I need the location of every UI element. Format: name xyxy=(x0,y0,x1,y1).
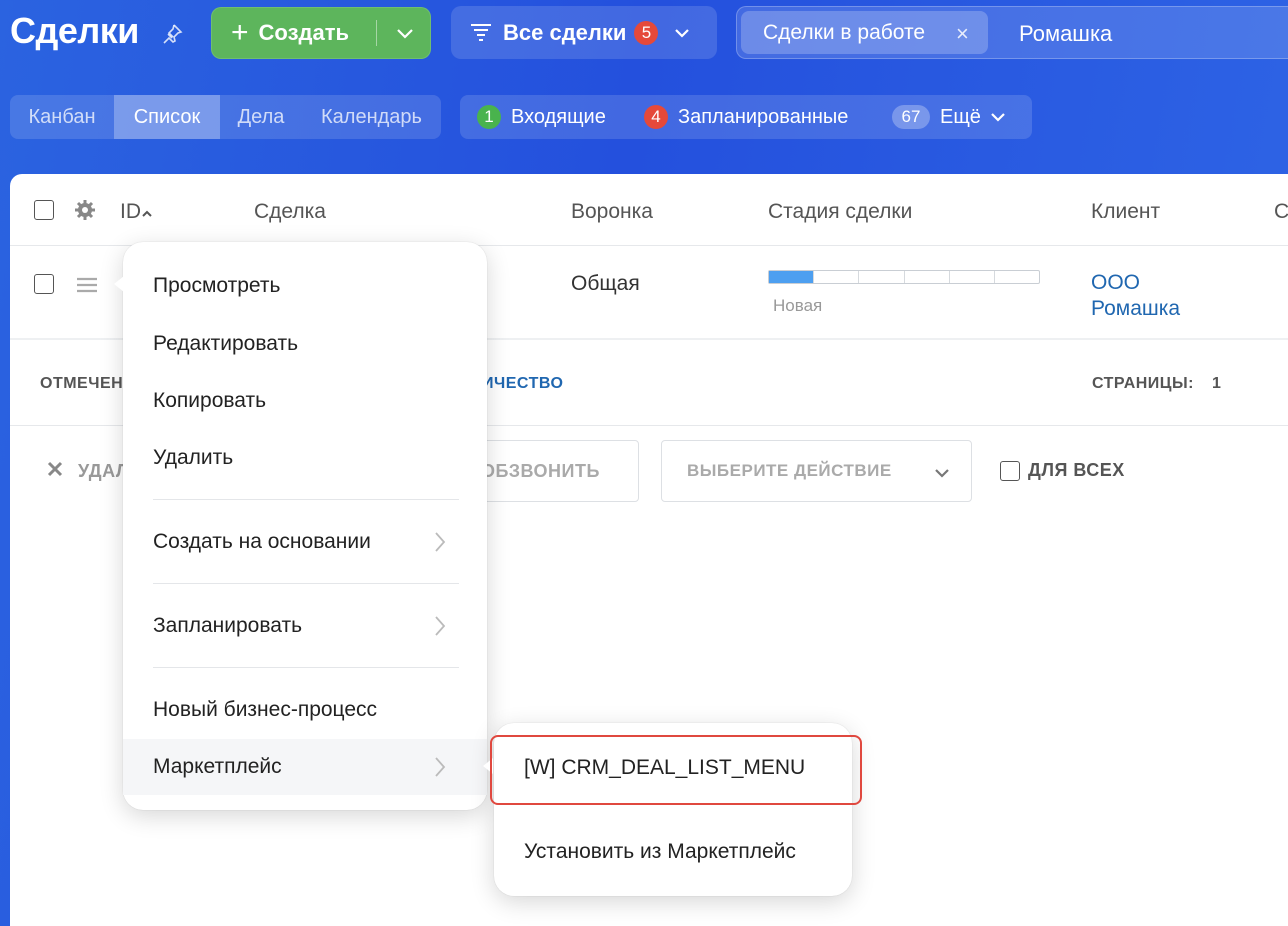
action-select[interactable]: ВЫБЕРИТЕ ДЕЙСТВИЕ xyxy=(661,440,972,502)
menu-divider xyxy=(153,667,459,668)
menu-item-delete[interactable]: Удалить xyxy=(123,430,487,486)
close-icon[interactable]: × xyxy=(956,21,969,47)
row-checkbox[interactable] xyxy=(34,274,54,294)
menu-item-create-based-on[interactable]: Создать на основании xyxy=(123,514,487,570)
counter-planned[interactable]: 4 Запланированные xyxy=(644,105,848,129)
pages-value: 1 xyxy=(1212,375,1222,392)
chevron-right-icon xyxy=(433,755,447,784)
create-button-label: Создать xyxy=(258,20,350,45)
menu-divider xyxy=(153,583,459,584)
chevron-right-icon xyxy=(433,530,447,559)
menu-item-label: Создать на основании xyxy=(153,530,371,553)
column-header-deal[interactable]: Сделка xyxy=(254,200,326,224)
menu-pointer xyxy=(114,276,124,292)
for-all-option[interactable]: ДЛЯ ВСЕХ xyxy=(1000,460,1125,481)
chevron-down-icon[interactable] xyxy=(394,22,416,49)
menu-item-edit[interactable]: Редактировать xyxy=(123,316,487,372)
view-switcher: Канбан Список Дела Календарь xyxy=(10,95,441,139)
menu-item-view[interactable]: Просмотреть xyxy=(123,258,487,314)
menu-item-label: Копировать xyxy=(153,389,267,412)
filter-chip[interactable]: Сделки в работе × xyxy=(741,11,988,54)
menu-item-business-process[interactable]: Новый бизнес-процесс xyxy=(123,682,487,738)
tab-kanban[interactable]: Канбан xyxy=(10,95,114,139)
filter-preset-button[interactable]: Все сделки 5 xyxy=(451,6,717,59)
tab-list[interactable]: Список xyxy=(114,95,220,139)
funnel-filter-icon xyxy=(469,21,493,45)
column-header-next[interactable]: С xyxy=(1274,200,1288,224)
search-input[interactable]: Ромашка xyxy=(1019,21,1112,47)
submenu-item-install[interactable]: Установить из Маркетплейс xyxy=(494,823,852,881)
chevron-down-icon xyxy=(932,463,952,488)
filter-count-badge: 5 xyxy=(634,20,659,45)
action-select-label: ВЫБЕРИТЕ ДЕЙСТВИЕ xyxy=(687,461,892,480)
menu-item-label: Редактировать xyxy=(153,332,299,355)
call-button-label: ОБЗВОНИТЬ xyxy=(481,461,600,481)
gear-icon[interactable] xyxy=(74,199,96,226)
menu-item-label: Запланировать xyxy=(153,614,303,637)
selected-count-label: ОТМЕЧЕН xyxy=(40,375,124,392)
pin-icon[interactable] xyxy=(160,22,184,46)
filter-preset-label: Все сделки xyxy=(503,19,627,45)
row-stage-label: Новая xyxy=(773,296,823,315)
column-id-label: ID xyxy=(120,200,141,223)
column-header-id[interactable]: ID xyxy=(120,200,153,224)
counter-planned-label: Запланированные xyxy=(678,105,849,128)
chevron-down-icon xyxy=(672,23,692,43)
tab-tasks[interactable]: Дела xyxy=(220,95,302,139)
column-header-stage[interactable]: Стадия сделки xyxy=(768,200,912,224)
counters-bar: 1 Входящие 4 Запланированные 67 Ещё xyxy=(460,95,1032,139)
menu-item-copy[interactable]: Копировать xyxy=(123,373,487,429)
for-all-label: ДЛЯ ВСЕХ xyxy=(1028,460,1125,480)
counter-incoming-label: Входящие xyxy=(511,105,606,128)
menu-item-label: Просмотреть xyxy=(153,274,281,297)
menu-item-label: Удалить xyxy=(153,446,234,469)
column-header-client[interactable]: Клиент xyxy=(1091,200,1160,224)
menu-item-marketplace[interactable]: Маркетплейс xyxy=(123,739,487,795)
menu-item-label: Маркетплейс xyxy=(153,755,282,778)
stage-progress-bar[interactable] xyxy=(768,270,1040,284)
tab-calendar[interactable]: Календарь xyxy=(302,95,441,139)
sort-asc-icon xyxy=(141,200,153,223)
row-menu-icon[interactable] xyxy=(76,276,98,299)
show-quantity-link[interactable]: ИЧЕСТВО xyxy=(482,375,563,393)
close-icon xyxy=(46,460,64,483)
filter-chip-label: Сделки в работе xyxy=(763,20,926,44)
row-client-link[interactable]: ООО Ромашка xyxy=(1091,270,1211,322)
menu-divider xyxy=(153,499,459,500)
incoming-count-badge: 1 xyxy=(477,105,501,129)
delete-action-label: УДАЛ xyxy=(78,461,129,481)
counter-incoming[interactable]: 1 Входящие xyxy=(477,105,606,129)
chevron-down-icon xyxy=(989,108,1007,126)
submenu-item-label: Установить из Маркетплейс xyxy=(524,840,796,863)
menu-item-schedule[interactable]: Запланировать xyxy=(123,598,487,654)
highlight-annotation xyxy=(490,735,862,805)
for-all-checkbox[interactable] xyxy=(1000,460,1020,481)
select-all-checkbox[interactable] xyxy=(34,200,54,220)
column-header-funnel[interactable]: Воронка xyxy=(571,200,653,224)
plus-icon: + xyxy=(231,16,249,49)
page-title: Сделки xyxy=(10,10,139,51)
delete-action[interactable]: УДАЛ xyxy=(46,460,129,483)
planned-count-badge: 4 xyxy=(644,105,668,129)
more-count-badge: 67 xyxy=(892,105,930,129)
pages-label: СТРАНИЦЫ: xyxy=(1092,375,1194,392)
table-header: ID Сделка Воронка Стадия сделки Клиент С xyxy=(10,174,1288,246)
create-split-divider xyxy=(376,20,377,46)
row-funnel: Общая xyxy=(571,272,640,295)
chevron-right-icon xyxy=(433,614,447,643)
counter-more-label: Ещё xyxy=(940,105,981,128)
counter-more[interactable]: 67 Ещё xyxy=(892,105,1007,129)
create-button[interactable]: + Создать xyxy=(211,7,431,59)
menu-item-label: Новый бизнес-процесс xyxy=(153,698,378,721)
row-context-menu: Просмотреть Редактировать Копировать Уда… xyxy=(123,242,487,810)
